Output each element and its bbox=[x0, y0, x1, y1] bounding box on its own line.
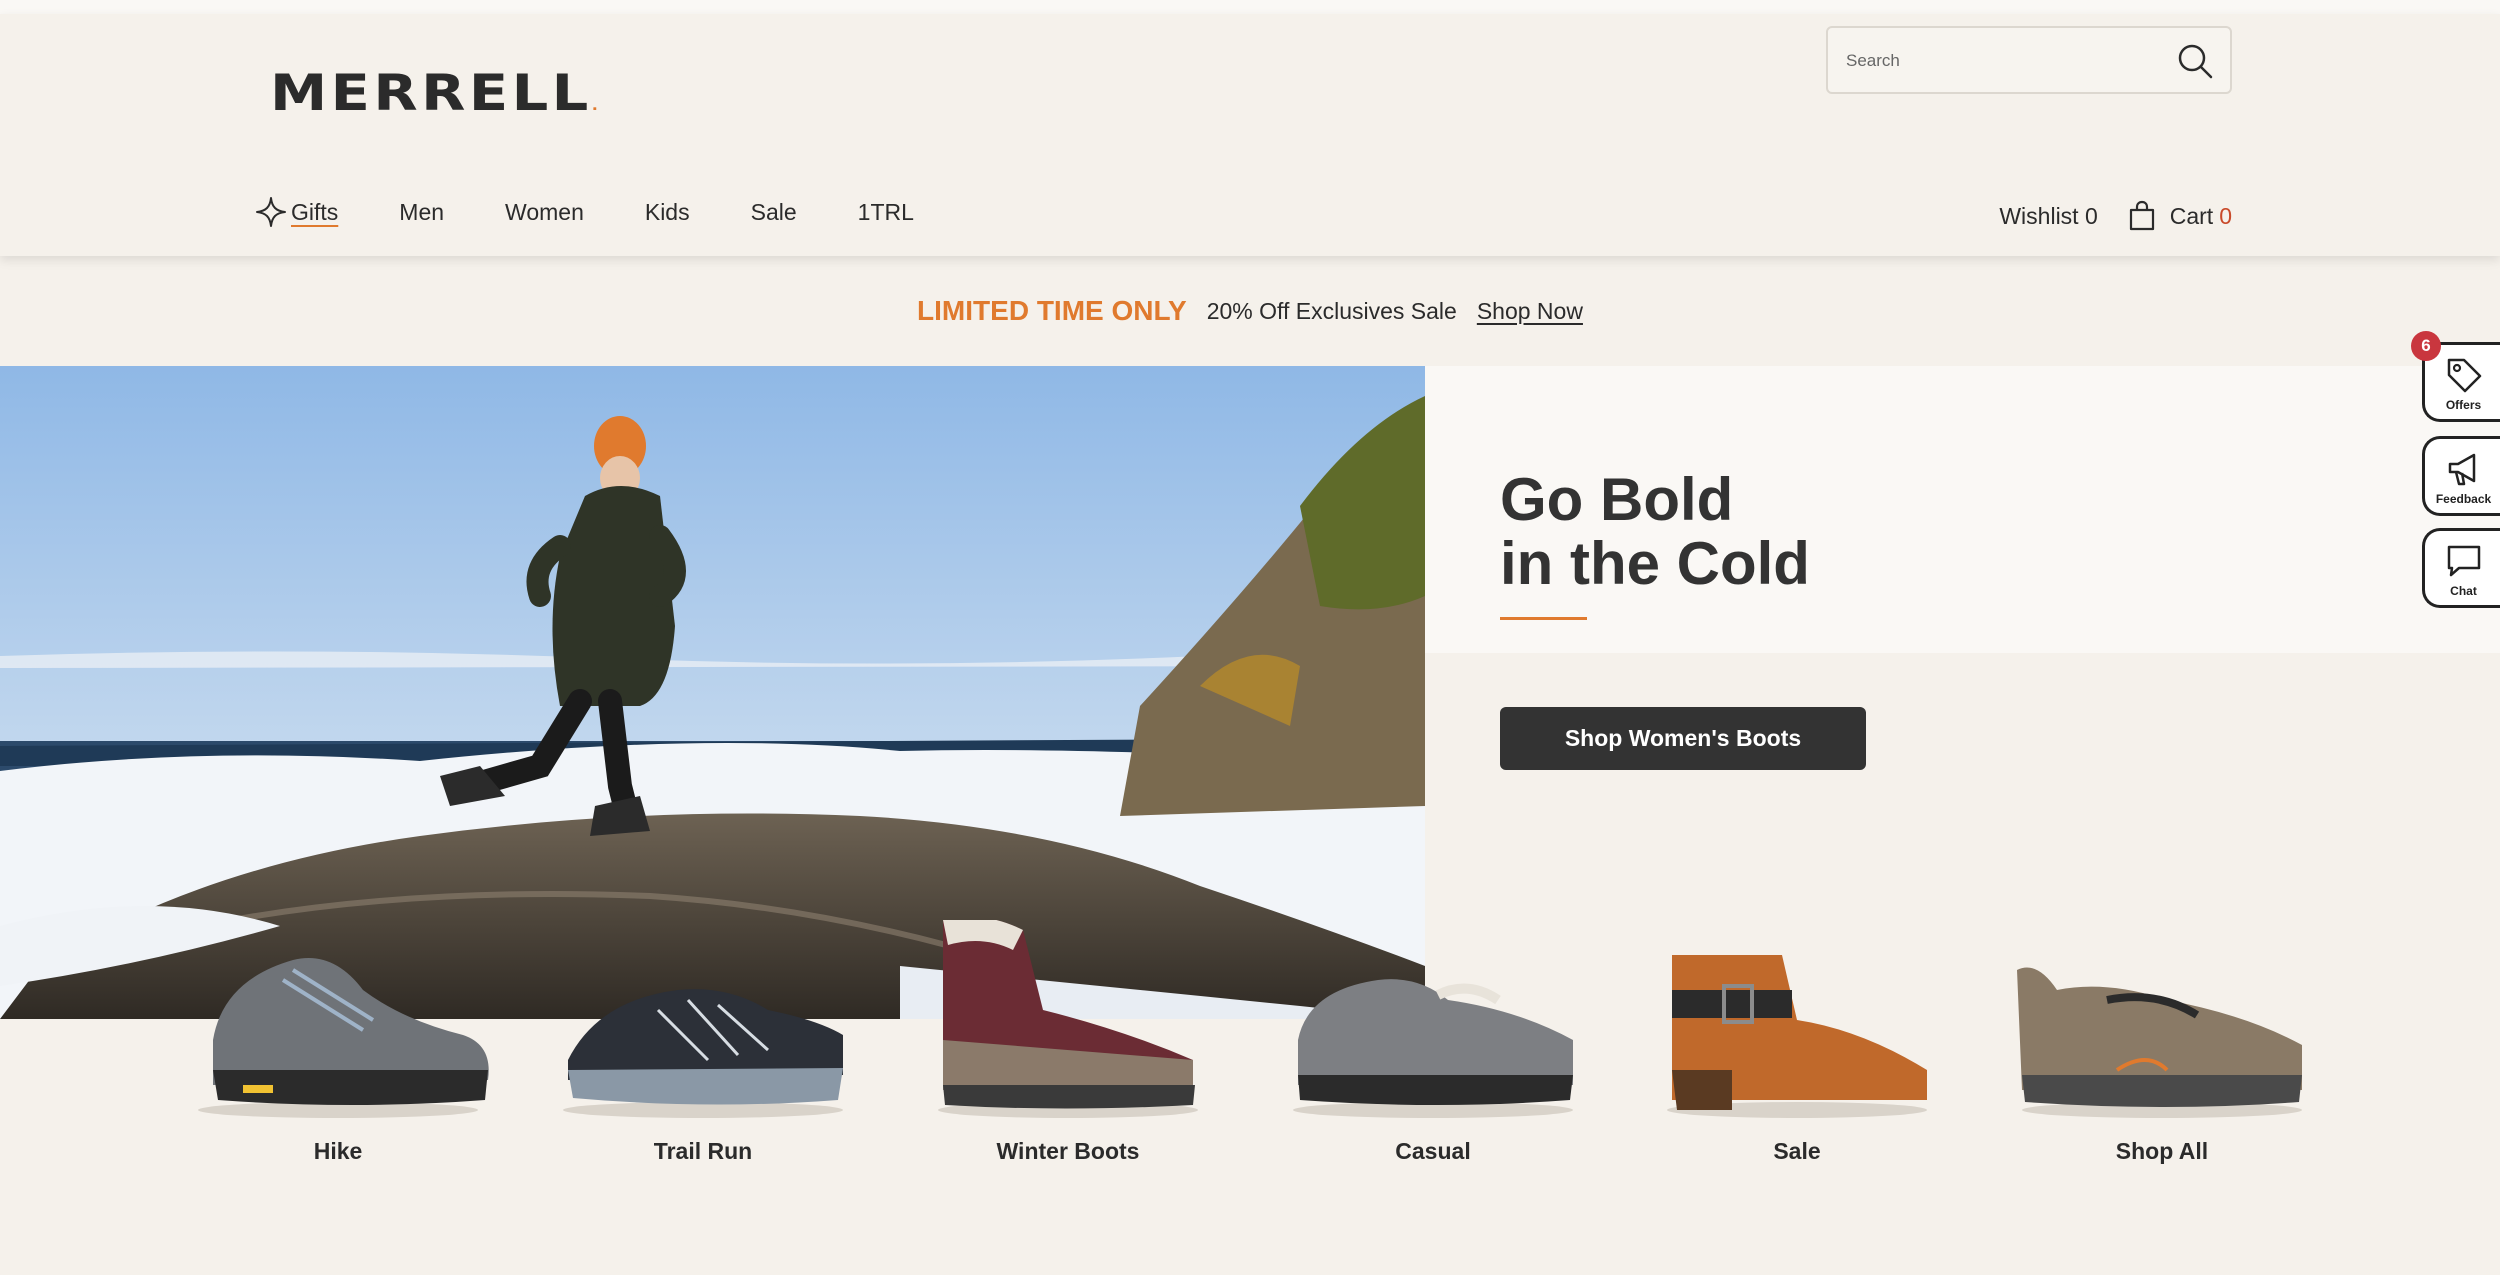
category-row: Hike Trail Run Winter Boots Casual Sale … bbox=[0, 920, 2500, 1180]
nav-item-women[interactable]: Women bbox=[505, 199, 584, 226]
logo-text: MERRELL bbox=[270, 64, 592, 122]
hero-headline: Go Bold in the Cold bbox=[1500, 468, 1810, 596]
cart-label: Cart bbox=[2169, 202, 2214, 229]
category-sale[interactable]: Sale bbox=[1632, 920, 1962, 1180]
slip-on-shoe-icon bbox=[2017, 967, 2302, 1118]
trail-running-shoe-icon bbox=[563, 989, 843, 1118]
hiking-shoe-icon bbox=[198, 958, 489, 1118]
chat-tab-label: Chat bbox=[2450, 584, 2477, 598]
merrell-logo[interactable]: MERRELL. bbox=[270, 64, 598, 122]
category-label-hike: Hike bbox=[313, 1138, 363, 1164]
nav-label-gifts: Gifts bbox=[291, 198, 339, 225]
search-box bbox=[1826, 26, 2232, 94]
promo-offer: 20% Off Exclusives Sale bbox=[1206, 297, 1457, 324]
nav-item-gifts[interactable]: Gifts bbox=[255, 196, 338, 228]
promo-banner: LIMITED TIME ONLY 20% Off Exclusives Sal… bbox=[0, 256, 2500, 366]
megaphone-icon bbox=[2448, 453, 2475, 486]
promo-highlight: LIMITED TIME ONLY bbox=[917, 295, 1187, 326]
search-icon[interactable] bbox=[2176, 42, 2214, 80]
ankle-boot-icon bbox=[1667, 955, 1927, 1118]
category-label-sale: Sale bbox=[1773, 1138, 1821, 1164]
feedback-tab[interactable]: Feedback bbox=[2422, 436, 2500, 516]
nav-item-1trl[interactable]: 1TRL bbox=[858, 199, 914, 226]
category-label-casual: Casual bbox=[1395, 1138, 1471, 1164]
offers-tab-label: Offers bbox=[2445, 398, 2482, 412]
site-header: MERRELL. Gifts Men Women Kids Sale 1TRL … bbox=[0, 14, 2500, 256]
chat-bubble-icon bbox=[2447, 545, 2480, 577]
feedback-tab-label: Feedback bbox=[2435, 492, 2492, 506]
category-trail-run[interactable]: Trail Run bbox=[538, 920, 868, 1180]
top-strip bbox=[0, 0, 2500, 14]
category-casual[interactable]: Casual bbox=[1268, 920, 1598, 1180]
tag-icon bbox=[2447, 358, 2481, 393]
offers-count-badge: 6 bbox=[2411, 331, 2441, 361]
logo-mark: . bbox=[591, 98, 598, 114]
cart-count: 0 bbox=[2219, 202, 2232, 229]
nav-item-kids[interactable]: Kids bbox=[645, 199, 690, 226]
winter-boot-icon bbox=[938, 920, 1198, 1118]
shopping-bag-icon bbox=[2129, 200, 2154, 231]
nav-item-sale[interactable]: Sale bbox=[751, 199, 797, 226]
category-label-winter-boots: Winter Boots bbox=[996, 1138, 1140, 1164]
hero-headline-line1: Go Bold bbox=[1500, 466, 1734, 533]
headline-accent-rule bbox=[1500, 617, 1587, 620]
account-links: Wishlist 0 Cart 0 bbox=[1999, 200, 2232, 232]
sparkle-icon bbox=[256, 197, 286, 227]
promo-shop-now-link[interactable]: Shop Now bbox=[1477, 298, 1583, 325]
search-input[interactable] bbox=[1846, 46, 2146, 76]
category-shop-all[interactable]: Shop All bbox=[1997, 920, 2327, 1180]
cart-link[interactable]: Cart 0 bbox=[2126, 200, 2232, 232]
category-hike[interactable]: Hike bbox=[173, 920, 503, 1180]
category-label-shop-all: Shop All bbox=[2115, 1138, 2209, 1164]
shop-womens-boots-button[interactable]: Shop Women's Boots bbox=[1500, 707, 1866, 770]
category-label-trail-run: Trail Run bbox=[653, 1138, 753, 1164]
wishlist-link[interactable]: Wishlist 0 bbox=[1999, 203, 2097, 230]
main-nav: Gifts Men Women Kids Sale 1TRL bbox=[255, 192, 975, 232]
category-winter-boots[interactable]: Winter Boots bbox=[903, 920, 1233, 1180]
chat-tab[interactable]: Chat bbox=[2422, 528, 2500, 608]
nav-item-men[interactable]: Men bbox=[399, 199, 444, 226]
hero-headline-line2: in the Cold bbox=[1500, 530, 1810, 597]
casual-clog-icon bbox=[1293, 979, 1573, 1118]
